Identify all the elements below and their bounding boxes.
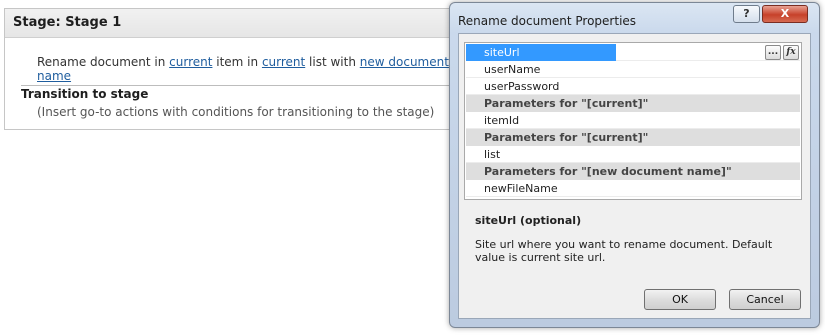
stage-title: Stage: Stage 1 bbox=[5, 9, 455, 38]
transition-title: Transition to stage bbox=[21, 87, 149, 101]
current-list-link[interactable]: current bbox=[262, 55, 305, 69]
stage-divider bbox=[21, 85, 455, 86]
parameter-row[interactable]: itemId bbox=[466, 112, 800, 129]
parameter-row[interactable]: list bbox=[466, 146, 800, 163]
action-text-mid2: list with bbox=[305, 55, 360, 69]
action-text-mid1: item in bbox=[212, 55, 262, 69]
dialog-title: Rename document Properties bbox=[458, 14, 637, 28]
transition-hint[interactable]: (Insert go-to actions with conditions fo… bbox=[37, 105, 434, 119]
rename-document-properties-dialog: Rename document Properties ? X newFileNa… bbox=[449, 2, 820, 328]
stage-action-sentence: Rename document in current item in curre… bbox=[37, 55, 455, 83]
cancel-button[interactable]: Cancel bbox=[729, 289, 801, 310]
parameter-group-header: Parameters for "[current]" bbox=[466, 129, 800, 146]
current-item-link[interactable]: current bbox=[169, 55, 212, 69]
formula-fx-icon[interactable]: fx bbox=[783, 45, 799, 60]
parameter-list: newFileName Parameters for "[new document… bbox=[464, 42, 802, 200]
parameter-row[interactable]: userPassword bbox=[466, 78, 800, 95]
ok-button[interactable]: OK bbox=[644, 289, 716, 310]
parameter-group-header: Parameters for "[current]" bbox=[466, 95, 800, 112]
parameter-row[interactable]: siteUrl bbox=[466, 44, 616, 61]
parameter-row[interactable]: userName bbox=[466, 61, 800, 78]
close-icon: X bbox=[780, 7, 790, 20]
help-button[interactable]: ? bbox=[733, 5, 760, 23]
parameter-group-header: Parameters for "[new document name]" bbox=[466, 163, 800, 180]
action-text-prefix: Rename document in bbox=[37, 55, 170, 69]
dialog-body: newFileName Parameters for "[new document… bbox=[458, 33, 811, 319]
stage-panel: Stage: Stage 1 Rename document in curren… bbox=[4, 8, 456, 130]
ellipsis-icon[interactable]: ... bbox=[765, 45, 781, 60]
description-title: siteUrl (optional) bbox=[475, 214, 582, 227]
parameter-row[interactable]: newFileName bbox=[466, 180, 800, 197]
close-button[interactable]: X bbox=[762, 5, 808, 23]
description-text: Site url where you want to rename docume… bbox=[475, 238, 773, 264]
